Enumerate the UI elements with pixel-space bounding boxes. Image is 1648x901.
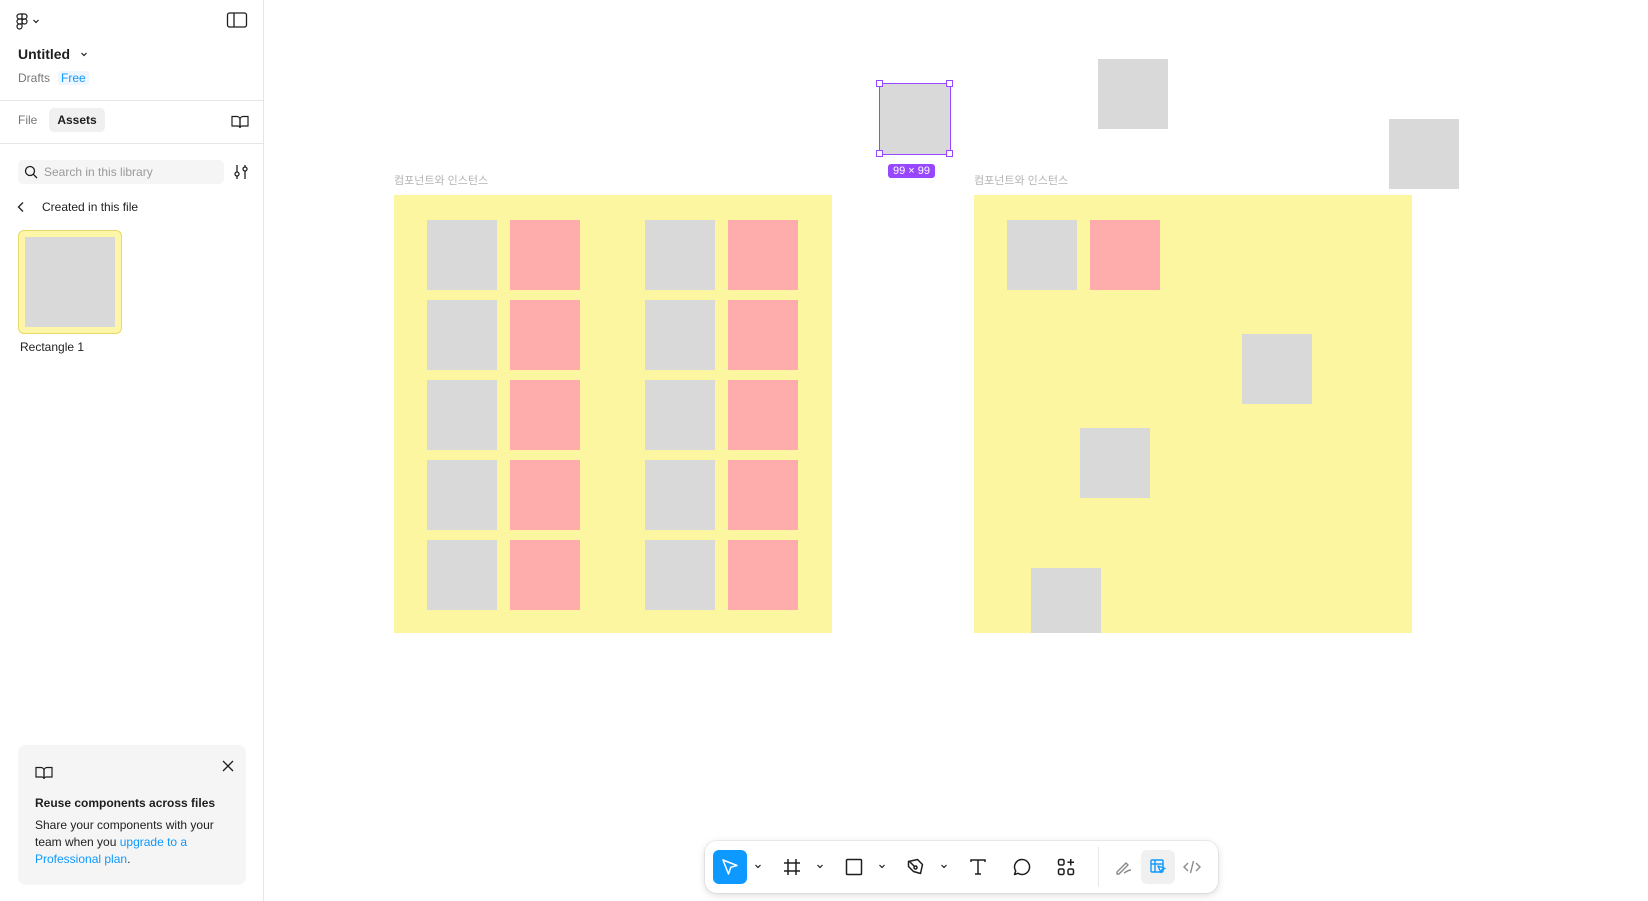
tab-file[interactable]: File [10,108,45,132]
tab-assets[interactable]: Assets [49,108,105,132]
book-icon [35,766,53,780]
draw-mode-button[interactable] [1107,850,1141,884]
rectangle[interactable] [1389,119,1459,189]
rectangle[interactable] [728,460,798,530]
figma-app: Untitled Drafts Free File Assets Search … [0,0,1648,901]
dev-mode-icon [1183,860,1201,874]
rectangle[interactable] [427,380,497,450]
rectangle[interactable] [645,380,715,450]
upgrade-promo-card: Reuse components across files Share your… [18,745,246,885]
resize-handle[interactable] [876,80,883,87]
chevron-down-icon[interactable] [939,861,949,871]
rectangle[interactable] [510,300,580,370]
frame-label[interactable]: 컴포넌트와 인스턴스 [394,172,488,188]
rectangle[interactable] [510,540,580,610]
asset-label: Rectangle 1 [20,340,85,354]
rectangle[interactable] [645,460,715,530]
dev-mode-button[interactable] [1175,850,1209,884]
chevron-down-icon[interactable] [753,861,763,871]
filter-settings-icon[interactable] [233,164,249,180]
text-icon [970,859,986,875]
section-title: Created in this file [42,200,139,214]
rectangle[interactable] [645,300,715,370]
toggle-sidebar-icon[interactable] [226,11,248,29]
draw-mode-icon [1116,862,1132,875]
rectangle[interactable] [510,380,580,450]
asset-preview [25,237,115,327]
rectangle[interactable] [427,460,497,530]
dimension-badge: 99 × 99 [888,164,936,178]
chevron-down-icon[interactable] [815,861,825,871]
rectangle[interactable] [645,540,715,610]
frame-icon [784,859,800,875]
book-icon[interactable] [231,114,249,130]
rectangle-icon [845,858,863,876]
file-meta: Drafts Free [18,71,89,85]
asset-thumbnail[interactable] [18,230,122,334]
rectangle[interactable] [728,220,798,290]
plan-badge[interactable]: Free [58,71,89,85]
file-name: Untitled [18,46,71,62]
actions-button[interactable] [1049,850,1083,884]
rectangle[interactable] [1242,334,1312,404]
close-icon[interactable] [221,759,235,773]
resize-handle[interactable] [946,150,953,157]
comment-tool-button[interactable] [1005,850,1039,884]
comment-icon [1013,858,1031,876]
resize-handle[interactable] [946,80,953,87]
design-mode-button[interactable] [1141,850,1175,884]
selected-rectangle[interactable] [879,83,951,155]
main-menu-button[interactable] [16,10,52,32]
rectangle[interactable] [427,540,497,610]
move-cursor-icon [722,859,738,875]
search-icon [24,165,38,179]
frame-instances[interactable] [974,195,1412,633]
search-input[interactable] [44,160,220,184]
shape-tool-button[interactable] [837,850,871,884]
frame-components[interactable] [394,195,832,633]
rectangle[interactable] [427,220,497,290]
file-name-menu[interactable]: Untitled [18,46,88,62]
resize-handle[interactable] [876,150,883,157]
chevron-left-icon [17,202,24,212]
rectangle[interactable] [1080,428,1150,498]
asset-search [18,160,224,184]
toolbar-divider [1098,847,1099,887]
rectangle[interactable] [510,460,580,530]
promo-body: Share your components with your team whe… [35,817,235,868]
rectangle[interactable] [1007,220,1077,290]
rectangle[interactable] [728,300,798,370]
file-location[interactable]: Drafts [18,71,50,85]
design-mode-icon [1150,859,1166,874]
rectangle[interactable] [1090,220,1160,290]
move-tool-button[interactable] [713,850,747,884]
design-canvas[interactable]: 컴포넌트와 인스턴스 컴포넌트와 인스턴스 99 × 99 [265,0,1648,901]
rectangle[interactable] [645,220,715,290]
pen-icon [907,858,924,875]
actions-icon [1057,858,1075,876]
promo-title: Reuse components across files [35,796,216,810]
chevron-down-icon[interactable] [877,861,887,871]
divider [0,100,264,101]
chevron-down-icon [33,19,39,24]
text-tool-button[interactable] [961,850,995,884]
rectangle[interactable] [728,380,798,450]
pen-tool-button[interactable] [899,850,933,884]
frame-label[interactable]: 컴포넌트와 인스턴스 [974,172,1068,188]
sidebar-tabs: File Assets [10,108,105,132]
sidebar-topbar [0,0,264,40]
rectangle[interactable] [510,220,580,290]
rectangle[interactable] [728,540,798,610]
left-sidebar: Untitled Drafts Free File Assets Search … [0,0,264,901]
bottom-toolbar [705,841,1218,893]
divider [0,143,264,144]
rectangle[interactable] [1098,59,1168,129]
promo-body-end: . [127,852,131,866]
frame-tool-button[interactable] [775,850,809,884]
back-to-libraries[interactable]: Created in this file [14,198,138,216]
rectangle[interactable] [427,300,497,370]
figma-logo-icon [16,12,28,30]
chevron-down-icon [81,52,88,57]
rectangle[interactable] [1031,568,1101,633]
